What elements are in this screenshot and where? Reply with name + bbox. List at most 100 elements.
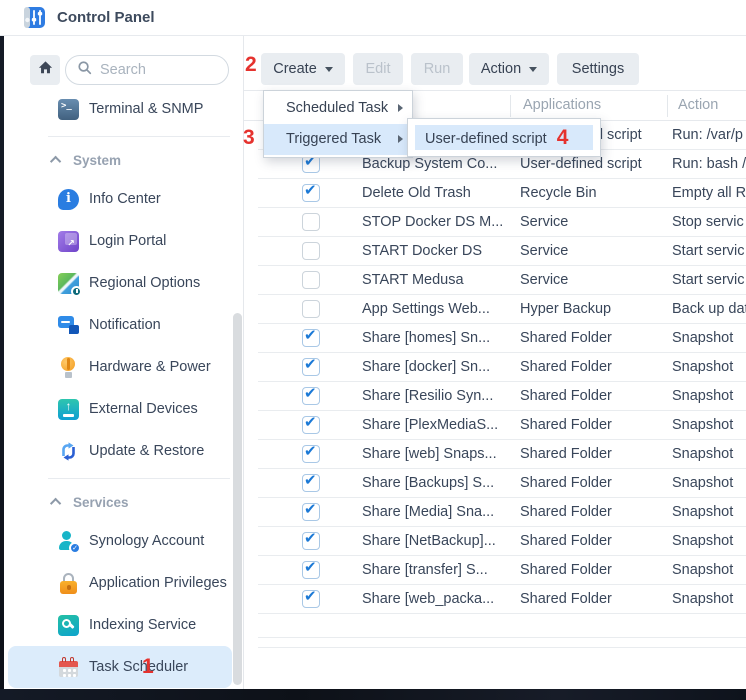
- column-divider: [510, 95, 511, 117]
- table-row[interactable]: Share [PlexMediaS...Shared FolderSnapsho…: [258, 411, 746, 440]
- table-grid-line: [258, 647, 746, 648]
- task-application: Hyper Backup: [520, 295, 611, 323]
- task-name: App Settings Web...: [362, 295, 490, 323]
- task-name: Delete Old Trash: [362, 179, 471, 207]
- row-checkbox[interactable]: [302, 590, 320, 608]
- table-row[interactable]: START MedusaServiceStart servic: [258, 266, 746, 295]
- sidebar-item-label: Task Scheduler: [89, 659, 188, 675]
- row-checkbox[interactable]: [302, 358, 320, 376]
- table-row[interactable]: Share [transfer] S...Shared FolderSnapsh…: [258, 556, 746, 585]
- task-name: Share [web_packa...: [362, 585, 494, 613]
- row-checkbox[interactable]: [302, 532, 320, 550]
- menu-item-user-defined-script[interactable]: User-defined script 4: [415, 125, 593, 150]
- row-checkbox[interactable]: [302, 416, 320, 434]
- page-title: Control Panel: [57, 0, 155, 36]
- table-row[interactable]: Share [homes] Sn...Shared FolderSnapshot: [258, 324, 746, 353]
- task-application: Shared Folder: [520, 411, 612, 439]
- task-application: Shared Folder: [520, 498, 612, 526]
- table-row[interactable]: START Docker DSServiceStart servic: [258, 237, 746, 266]
- run-button[interactable]: Run: [411, 53, 463, 85]
- menu-item-triggered-task[interactable]: Triggered Task: [264, 124, 412, 155]
- sidebar-item-application-privileges[interactable]: Application Privileges: [4, 562, 236, 604]
- update-restore-icon: [58, 441, 79, 462]
- sidebar-item-label: Hardware & Power: [89, 359, 211, 375]
- annotation-step-4: 4: [557, 125, 569, 150]
- home-icon: [37, 59, 54, 81]
- row-checkbox[interactable]: [302, 300, 320, 318]
- task-application: Service: [520, 237, 568, 265]
- notification-icon: [58, 315, 79, 336]
- sidebar-item-regional-options[interactable]: Regional Options: [4, 262, 236, 304]
- sidebar-item-synology-account[interactable]: ✓Synology Account: [4, 520, 236, 562]
- table-row[interactable]: Share [web] Snaps... Shared Folder Snapsho…: [258, 440, 746, 469]
- task-application: Service: [520, 266, 568, 294]
- row-checkbox[interactable]: [302, 271, 320, 289]
- task-name: Share [Media] Sna...: [362, 498, 494, 526]
- task-name: Share [PlexMediaS...: [362, 411, 498, 439]
- task-action: Snapshot: [672, 440, 733, 468]
- table-row[interactable]: Share [docker] Sn...Shared FolderSnapsho…: [258, 353, 746, 382]
- section-label: System: [73, 153, 121, 168]
- sidebar-item-update-restore[interactable]: Update & Restore: [4, 430, 236, 472]
- sidebar-item-task-scheduler[interactable]: Task Scheduler1: [8, 646, 232, 688]
- sidebar-item-terminal[interactable]: >_Terminal & SNMP: [4, 88, 236, 130]
- row-checkbox[interactable]: [302, 445, 320, 463]
- task-name: Share [homes] Sn...: [362, 324, 490, 352]
- settings-button[interactable]: Settings: [557, 53, 639, 85]
- row-checkbox[interactable]: [302, 213, 320, 231]
- sidebar-item-label: Login Portal: [89, 233, 166, 249]
- task-name: START Medusa: [362, 266, 464, 294]
- task-name: Share [web] Snaps...: [362, 440, 497, 468]
- sidebar-section-system[interactable]: System: [4, 142, 236, 178]
- home-button[interactable]: [30, 55, 60, 85]
- sidebar-item-hardware-power[interactable]: Hardware & Power: [4, 346, 236, 388]
- login-portal-icon: ↗: [58, 231, 79, 252]
- sidebar-item-login-portal[interactable]: ↗ Login Portal: [4, 220, 236, 262]
- row-checkbox[interactable]: [302, 474, 320, 492]
- edit-button[interactable]: Edit: [353, 53, 403, 85]
- sidebar-section-services[interactable]: Services: [4, 484, 236, 520]
- sidebar-divider: [4, 130, 236, 142]
- row-checkbox[interactable]: [302, 503, 320, 521]
- row-checkbox[interactable]: [302, 387, 320, 405]
- column-header-applications[interactable]: Applications: [523, 91, 601, 120]
- table-row[interactable]: Share [Backups] S...Shared FolderSnapsho…: [258, 469, 746, 498]
- create-button[interactable]: Create: [261, 53, 345, 85]
- row-checkbox[interactable]: [302, 242, 320, 260]
- table-row[interactable]: STOP Docker DS M...ServiceStop servic: [258, 208, 746, 237]
- menu-item-scheduled-task[interactable]: Scheduled Task: [264, 93, 412, 124]
- external-devices-icon: [58, 399, 79, 420]
- sidebar-item-label: Indexing Service: [89, 617, 196, 633]
- task-name: Share [NetBackup]...: [362, 527, 496, 555]
- task-action: Snapshot: [672, 556, 733, 584]
- table-row[interactable]: Share [web_packa...Shared FolderSnapshot: [258, 585, 746, 614]
- task-application: Shared Folder: [520, 556, 612, 584]
- sidebar-item-indexing-service[interactable]: Indexing Service: [4, 604, 236, 646]
- row-checkbox[interactable]: [302, 329, 320, 347]
- sidebar-scrollbar-thumb[interactable]: [233, 313, 242, 685]
- task-action: Run: bash /: [672, 150, 746, 178]
- task-action: Snapshot: [672, 498, 733, 526]
- table-grid-line: [258, 637, 746, 638]
- task-name: Share [Backups] S...: [362, 469, 494, 497]
- task-name: STOP Docker DS M...: [362, 208, 503, 236]
- search-input[interactable]: Search: [65, 55, 229, 85]
- titlebar: Control Panel: [0, 0, 746, 36]
- table-row[interactable]: Share [Media] Sna... Shared Folder Snapsho…: [258, 498, 746, 527]
- row-checkbox[interactable]: [302, 561, 320, 579]
- sidebar-item-external-devices[interactable]: External Devices: [4, 388, 236, 430]
- table-row[interactable]: Share [NetBackup]...Shared FolderSnapsho…: [258, 527, 746, 556]
- annotation-step-3: 3: [243, 126, 255, 150]
- action-button[interactable]: Action: [469, 53, 549, 85]
- task-application: Shared Folder: [520, 440, 612, 468]
- row-checkbox[interactable]: [302, 184, 320, 202]
- sidebar-item-label: Notification: [89, 317, 161, 333]
- table-row[interactable]: Share [Resilio Syn...Shared FolderSnapsh…: [258, 382, 746, 411]
- annotation-step-2: 2: [245, 53, 257, 77]
- table-row[interactable]: App Settings Web...Hyper BackupBack up d…: [258, 295, 746, 324]
- sidebar-item-info-center[interactable]: iInfo Center: [4, 178, 236, 220]
- sidebar-item-notification[interactable]: Notification: [4, 304, 236, 346]
- section-label: Services: [73, 495, 129, 510]
- table-row[interactable]: Delete Old TrashRecycle BinEmpty all R: [258, 179, 746, 208]
- column-header-action[interactable]: Action: [678, 91, 718, 120]
